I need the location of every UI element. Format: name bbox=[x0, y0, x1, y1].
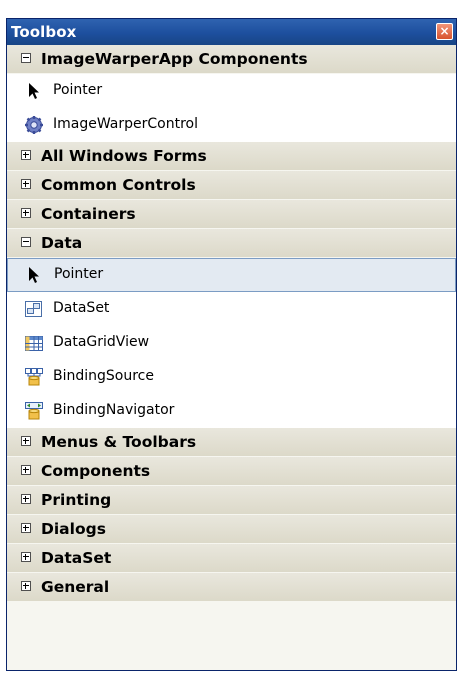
close-icon: × bbox=[439, 24, 450, 38]
toolbox-item-dataset[interactable]: DataSet bbox=[7, 292, 456, 326]
toolbox-item-pointer-selected[interactable]: Pointer bbox=[7, 258, 456, 292]
toolbox-item-label: DataSet bbox=[53, 300, 110, 316]
category-label: Data bbox=[41, 234, 83, 252]
collapse-icon[interactable] bbox=[21, 53, 31, 63]
category-dialogs[interactable]: Dialogs bbox=[7, 515, 456, 544]
toolbox-item-imagewarpercontrol[interactable]: ImageWarperControl bbox=[7, 108, 456, 142]
bindingnavigator-icon bbox=[25, 402, 43, 420]
category-label: ImageWarperApp Components bbox=[41, 50, 308, 68]
category-general[interactable]: General bbox=[7, 573, 456, 602]
pointer-icon bbox=[29, 267, 39, 283]
category-label: DataSet bbox=[41, 549, 112, 567]
expand-icon[interactable] bbox=[21, 581, 31, 591]
category-label: All Windows Forms bbox=[41, 147, 207, 165]
category-label: Printing bbox=[41, 491, 112, 509]
expand-icon[interactable] bbox=[21, 494, 31, 504]
category-label: Common Controls bbox=[41, 176, 196, 194]
category-label: Menus & Toolbars bbox=[41, 433, 197, 451]
toolbox-item-label: Pointer bbox=[54, 266, 104, 282]
toolbox-title: Toolbox bbox=[11, 23, 77, 41]
toolbox-item-label: ImageWarperControl bbox=[53, 116, 198, 132]
pointer-icon bbox=[29, 83, 39, 99]
expand-icon[interactable] bbox=[21, 523, 31, 533]
toolbox-item-bindingnavigator[interactable]: BindingNavigator bbox=[7, 394, 456, 428]
gear-component-icon bbox=[25, 116, 43, 134]
toolbox-item-label: DataGridView bbox=[53, 334, 150, 350]
category-label: Containers bbox=[41, 205, 136, 223]
close-button[interactable]: × bbox=[436, 23, 453, 40]
category-imagewarperapp-components[interactable]: ImageWarperApp Components bbox=[7, 45, 456, 74]
expand-icon[interactable] bbox=[21, 465, 31, 475]
category-common-controls[interactable]: Common Controls bbox=[7, 171, 456, 200]
toolbox-item-pointer[interactable]: Pointer bbox=[7, 74, 456, 108]
toolbox-item-label: BindingSource bbox=[53, 368, 154, 384]
expand-icon[interactable] bbox=[21, 552, 31, 562]
category-label: Components bbox=[41, 462, 151, 480]
datagridview-icon bbox=[25, 336, 43, 351]
category-printing[interactable]: Printing bbox=[7, 486, 456, 515]
category-label: Dialogs bbox=[41, 520, 106, 538]
category-components[interactable]: Components bbox=[7, 457, 456, 486]
category-all-windows-forms[interactable]: All Windows Forms bbox=[7, 142, 456, 171]
toolbox-titlebar[interactable]: Toolbox × bbox=[7, 19, 456, 45]
expand-icon[interactable] bbox=[21, 150, 31, 160]
expand-icon[interactable] bbox=[21, 208, 31, 218]
toolbox-item-bindingsource[interactable]: BindingSource bbox=[7, 360, 456, 394]
category-data[interactable]: Data bbox=[7, 229, 456, 258]
toolbox-list: ImageWarperApp Components Pointer ImageW… bbox=[7, 45, 456, 670]
toolbox-item-datagridview[interactable]: DataGridView bbox=[7, 326, 456, 360]
toolbox-window: Toolbox × ImageWarperApp Components Poin… bbox=[6, 18, 457, 671]
toolbox-item-label: BindingNavigator bbox=[53, 402, 175, 418]
dataset-icon bbox=[25, 301, 42, 317]
toolbox-item-label: Pointer bbox=[53, 82, 103, 98]
expand-icon[interactable] bbox=[21, 436, 31, 446]
category-label: General bbox=[41, 578, 110, 596]
collapse-icon[interactable] bbox=[21, 237, 31, 247]
category-dataset[interactable]: DataSet bbox=[7, 544, 456, 573]
expand-icon[interactable] bbox=[21, 179, 31, 189]
category-menus-toolbars[interactable]: Menus & Toolbars bbox=[7, 428, 456, 457]
category-containers[interactable]: Containers bbox=[7, 200, 456, 229]
bindingsource-icon bbox=[25, 368, 43, 386]
